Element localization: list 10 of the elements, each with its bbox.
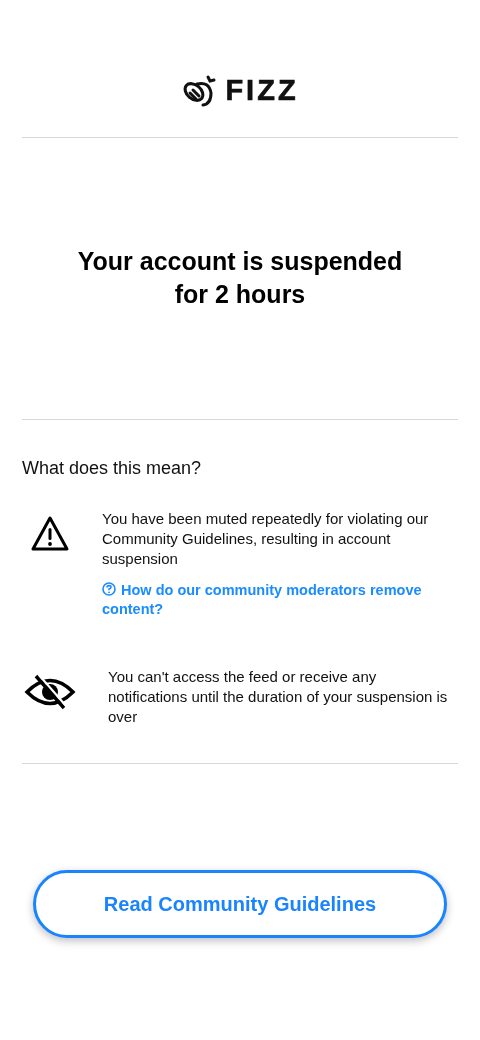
guidelines-button[interactable]: Read Community Guidelines [33, 870, 447, 938]
info-text: You have been muted repeatedly for violating our Community Guidelines, resulting in account suspension [102, 509, 430, 569]
info-text: You can't access the feed or receive any notifications until the duration of your suspension is over [108, 667, 449, 727]
suspension-title: Your account is suspended for 2 hours [76, 246, 404, 310]
help-link[interactable]: How do our community moderators remove content? [102, 581, 458, 619]
warning-icon [30, 515, 70, 553]
eye-slash-icon [24, 673, 76, 711]
logo-wordmark: FIZZ [225, 74, 299, 107]
help-icon [102, 582, 116, 596]
section-heading: What does this mean? [22, 458, 203, 479]
